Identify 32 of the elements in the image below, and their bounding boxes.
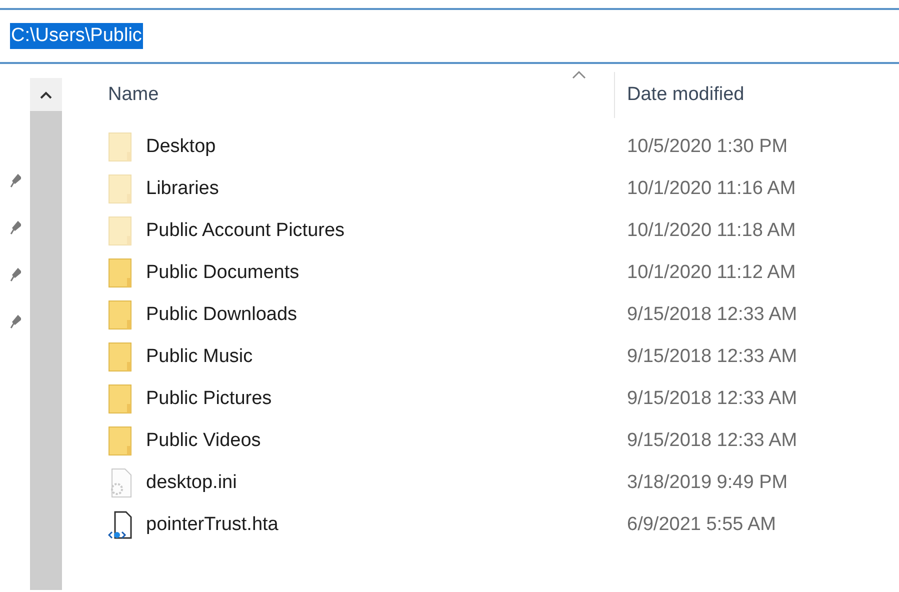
address-text: C:\Users\Public xyxy=(10,23,143,49)
pin-icon[interactable] xyxy=(9,174,21,188)
file-name[interactable]: Desktop xyxy=(146,136,216,158)
file-name[interactable]: Public Downloads xyxy=(146,304,298,326)
pin-icon[interactable] xyxy=(9,221,21,235)
date-modified: 6/9/2021 5:55 AM xyxy=(626,514,776,536)
file-name[interactable]: Public Music xyxy=(146,346,253,368)
file-name[interactable]: Public Pictures xyxy=(146,388,272,410)
date-modified: 9/15/2018 12:33 AM xyxy=(626,430,798,452)
date-modified: 10/1/2020 11:18 AM xyxy=(626,220,796,242)
date-modified: 9/15/2018 12:33 AM xyxy=(626,346,798,368)
sort-caret-icon xyxy=(572,70,586,79)
file-name[interactable]: desktop.ini xyxy=(146,472,237,494)
column-header[interactable]: Date modified xyxy=(614,72,744,118)
date-modified: 10/1/2020 11:16 AM xyxy=(626,178,796,200)
date-modified: 9/15/2018 12:33 AM xyxy=(626,388,798,410)
date-modified: 10/5/2020 1:30 PM xyxy=(626,136,788,158)
file-name[interactable]: Public Account Pictures xyxy=(146,220,345,242)
file-name[interactable]: Public Documents xyxy=(146,262,300,284)
date-modified: 9/15/2018 12:33 AM xyxy=(626,304,798,326)
file-name[interactable]: pointerTrust.hta xyxy=(146,514,278,536)
file-name[interactable]: Libraries xyxy=(146,178,219,200)
address-bar[interactable]: C:\Users\Public xyxy=(0,8,899,64)
pin-icon[interactable] xyxy=(9,268,21,282)
scrollbar[interactable] xyxy=(30,78,62,590)
date-modified: 3/18/2019 9:49 PM xyxy=(626,472,788,494)
scroll-up-button[interactable] xyxy=(30,78,62,111)
pin-icon[interactable] xyxy=(9,315,21,329)
column-header[interactable]: Name xyxy=(108,72,614,118)
file-name[interactable]: Public Videos xyxy=(146,430,261,452)
date-modified: 10/1/2020 11:12 AM xyxy=(626,262,796,284)
caret-icon xyxy=(40,90,52,98)
